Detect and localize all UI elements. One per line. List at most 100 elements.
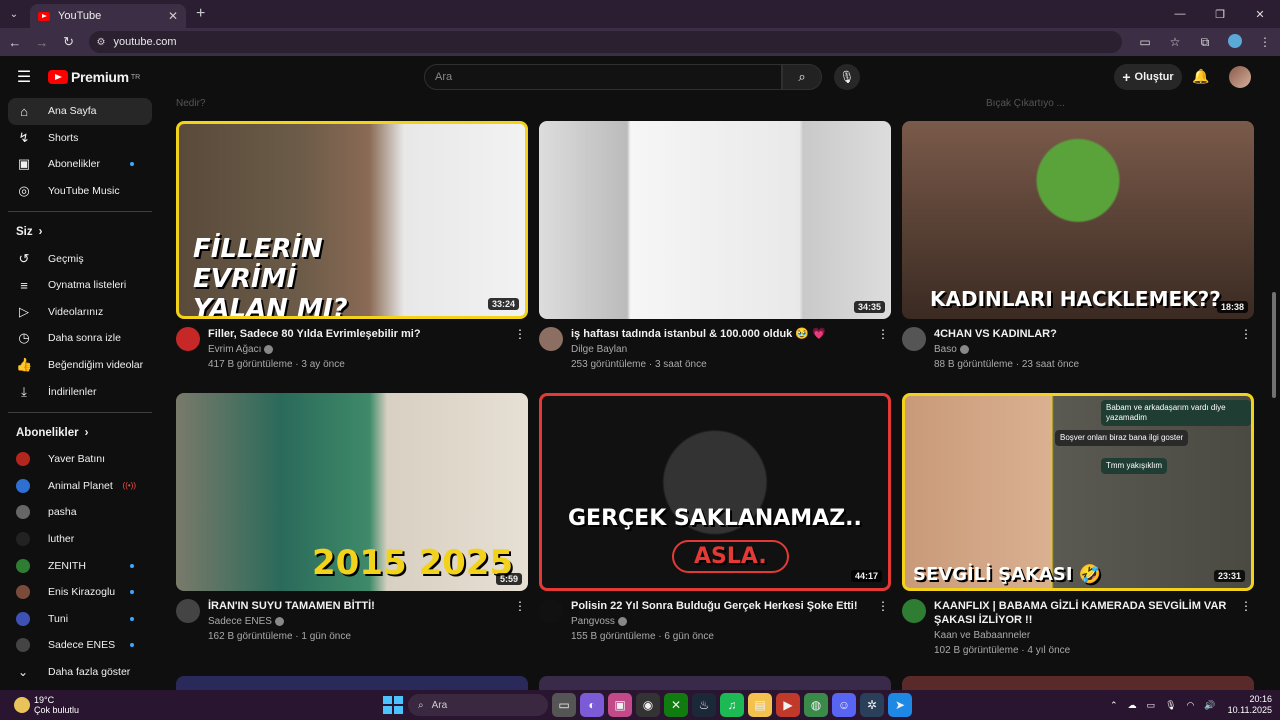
hamburger-menu-icon[interactable]: ☰ — [0, 67, 48, 87]
file-explorer-icon[interactable]: ▤ — [748, 693, 772, 717]
channel-name[interactable]: Baso — [934, 344, 1234, 355]
video-thumbnail[interactable]: FİLLERİN EVRİMİ YALAN MI? 33:24 — [176, 121, 528, 319]
chrome-icon[interactable]: ◍ — [804, 693, 828, 717]
video-title[interactable]: iş haftası tadında istanbul & 100.000 ol… — [571, 327, 871, 341]
sidebar-you-header[interactable]: Siz › — [0, 219, 160, 245]
create-button[interactable]: + Oluştur — [1114, 64, 1182, 90]
bookmark-star-icon[interactable]: ☆ — [1160, 35, 1190, 49]
media-player-icon[interactable]: ▶ — [776, 693, 800, 717]
video-thumbnail-partial[interactable] — [539, 676, 891, 690]
channel-name[interactable]: Kaan ve Babaanneler — [934, 630, 1234, 641]
channel-avatar[interactable] — [902, 599, 926, 623]
sidebar-item-home[interactable]: ⌂ Ana Sayfa — [8, 98, 152, 125]
video-thumbnail[interactable]: SEVGİLİ ŞAKASI 🤣 Babam ve arkadaşarım var… — [902, 393, 1254, 591]
steam-icon[interactable]: ♨ — [692, 693, 716, 717]
mic-tray-icon[interactable]: 🎙 — [1165, 700, 1176, 711]
sidebar-item-liked[interactable]: 👍 Beğendiğim videolar — [0, 352, 160, 379]
video-card[interactable]: 2015 2025 5:59 İRAN'IN SUYU TAMAMEN BİTTİ!… — [176, 393, 528, 642]
start-button[interactable] — [380, 693, 404, 717]
display-icon[interactable]: ▭ — [1147, 700, 1156, 711]
wifi-icon[interactable]: ◠ — [1187, 700, 1195, 711]
channel-name[interactable]: Dilge Baylan — [571, 344, 871, 355]
tab-search-icon[interactable]: ⌄ — [0, 0, 28, 28]
sidebar-item-subscriptions[interactable]: ▣ Abonelikler — [0, 151, 160, 178]
search-input[interactable]: Ara — [424, 64, 782, 90]
sidebar-channel[interactable]: Sadece ENES — [0, 632, 160, 659]
video-card[interactable]: 34:35 iş haftası tadında istanbul & 100.0… — [539, 121, 891, 370]
task-view-icon[interactable]: ▭ — [552, 693, 576, 717]
sidebar-channel[interactable]: ⌄ Daha fazla göster — [0, 659, 160, 686]
volume-icon[interactable]: 🔊 — [1204, 700, 1215, 711]
channel-avatar[interactable] — [539, 599, 563, 623]
video-title[interactable]: 4CHAN VS KADINLAR? — [934, 327, 1234, 341]
browser-menu-icon[interactable]: ⋮ — [1250, 35, 1280, 49]
extensions-icon[interactable]: ⧉ — [1190, 35, 1220, 50]
sidebar-subscriptions-header[interactable]: Abonelikler › — [0, 420, 160, 446]
sidebar-item-music[interactable]: ◎ YouTube Music — [0, 178, 160, 205]
sidebar-item-download[interactable]: ⤓ İndirilenler — [0, 378, 160, 405]
copilot-icon[interactable]: ◐ — [580, 693, 604, 717]
sidebar-channel[interactable]: ZENITH — [0, 552, 160, 579]
channel-avatar[interactable] — [539, 327, 563, 351]
sidebar-channel[interactable]: pasha — [0, 499, 160, 526]
browser-tab-youtube[interactable]: YouTube ✕ — [30, 4, 186, 28]
video-thumbnail[interactable]: 34:35 — [539, 121, 891, 319]
video-card[interactable]: KADINLARI HACKLEMEK?? 18:38 4CHAN VS KADIN… — [902, 121, 1254, 370]
video-thumbnail[interactable]: KADINLARI HACKLEMEK?? 18:38 — [902, 121, 1254, 319]
sidebar-channel[interactable]: luther — [0, 526, 160, 553]
sidebar-item-watch-later[interactable]: ◷ Daha sonra izle — [0, 325, 160, 352]
obs-icon[interactable]: ◉ — [636, 693, 660, 717]
youtube-premium-logo[interactable]: Premium TR — [48, 69, 140, 85]
sidebar-channel[interactable]: Enis Kirazoglu — [0, 579, 160, 606]
video-card[interactable]: FİLLERİN EVRİMİ YALAN MI? 33:24 Filler, Sa… — [176, 121, 528, 370]
video-title[interactable]: Polisin 22 Yıl Sonra Bulduğu Gerçek Herk… — [571, 599, 871, 613]
sidebar-item-history[interactable]: ↺ Geçmiş — [0, 245, 160, 272]
telegram-icon[interactable]: ➤ — [888, 693, 912, 717]
discord-icon[interactable]: ☺ — [832, 693, 856, 717]
more-actions-icon[interactable]: ⋮ — [514, 327, 526, 341]
sidebar-item-your-videos[interactable]: ▷ Videolarınız — [0, 299, 160, 326]
store-icon[interactable]: ▣ — [608, 693, 632, 717]
site-info-icon[interactable]: ⚙ — [97, 37, 106, 48]
video-title[interactable]: Filler, Sadece 80 Yılda Evrimleşebilir m… — [208, 327, 508, 341]
sidebar-channel[interactable]: Tuni — [0, 606, 160, 633]
video-title[interactable]: İRAN'IN SUYU TAMAMEN BİTTİ! — [208, 599, 508, 613]
video-card[interactable]: GERÇEK SAKLANAMAZ.. ASLA. 44:17 Polisin 22 … — [539, 393, 891, 642]
clock[interactable]: 20:16 10.11.2025 — [1228, 694, 1272, 716]
channel-name[interactable]: Sadece ENES — [208, 616, 508, 627]
sidebar-channel[interactable]: Animal Planet ((•)) — [0, 473, 160, 500]
notifications-bell-icon[interactable]: 🔔 — [1192, 68, 1209, 85]
network-app-icon[interactable]: ✲ — [860, 693, 884, 717]
channel-avatar[interactable] — [176, 599, 200, 623]
weather-widget[interactable]: 19°C Çok bulutlu — [14, 695, 79, 715]
close-tab-icon[interactable]: ✕ — [168, 9, 178, 23]
minimize-icon[interactable]: — — [1160, 8, 1200, 20]
video-title[interactable]: KAANFLIX | BABAMA GİZLİ KAMERADA SEVGİLİ… — [934, 599, 1234, 627]
profile-icon[interactable] — [1220, 33, 1250, 51]
more-actions-icon[interactable]: ⋮ — [1240, 599, 1252, 613]
more-actions-icon[interactable]: ⋮ — [1240, 327, 1252, 341]
cast-icon[interactable]: ▭ — [1130, 35, 1160, 49]
video-thumbnail[interactable]: 2015 2025 5:59 — [176, 393, 528, 591]
video-thumbnail-partial[interactable] — [902, 676, 1254, 690]
tray-overflow-icon[interactable]: ⌃ — [1110, 700, 1118, 711]
search-button[interactable]: ⌕ — [782, 64, 822, 90]
account-avatar[interactable] — [1229, 66, 1251, 88]
channel-avatar[interactable] — [902, 327, 926, 351]
video-thumbnail-partial[interactable] — [176, 676, 528, 690]
video-card[interactable]: SEVGİLİ ŞAKASI 🤣 Babam ve arkadaşarım var… — [902, 393, 1254, 656]
taskbar-search[interactable]: ⌕ Ara — [408, 694, 548, 716]
xbox-icon[interactable]: ✕ — [664, 693, 688, 717]
voice-search-button[interactable]: 🎙 — [834, 64, 860, 90]
more-actions-icon[interactable]: ⋮ — [877, 327, 889, 341]
page-scrollbar[interactable] — [1272, 292, 1276, 398]
new-tab-icon[interactable]: + — [196, 5, 205, 23]
channel-name[interactable]: Evrim Ağacı — [208, 344, 508, 355]
channel-avatar[interactable] — [176, 327, 200, 351]
forward-icon[interactable]: → — [30, 30, 54, 54]
sidebar-item-playlists[interactable]: ≡ Oynatma listeleri — [0, 272, 160, 299]
sidebar-item-shorts[interactable]: ↯ Shorts — [0, 125, 160, 152]
close-window-icon[interactable]: ✕ — [1240, 8, 1280, 21]
reload-icon[interactable]: ↻ — [57, 30, 81, 54]
more-actions-icon[interactable]: ⋮ — [877, 599, 889, 613]
